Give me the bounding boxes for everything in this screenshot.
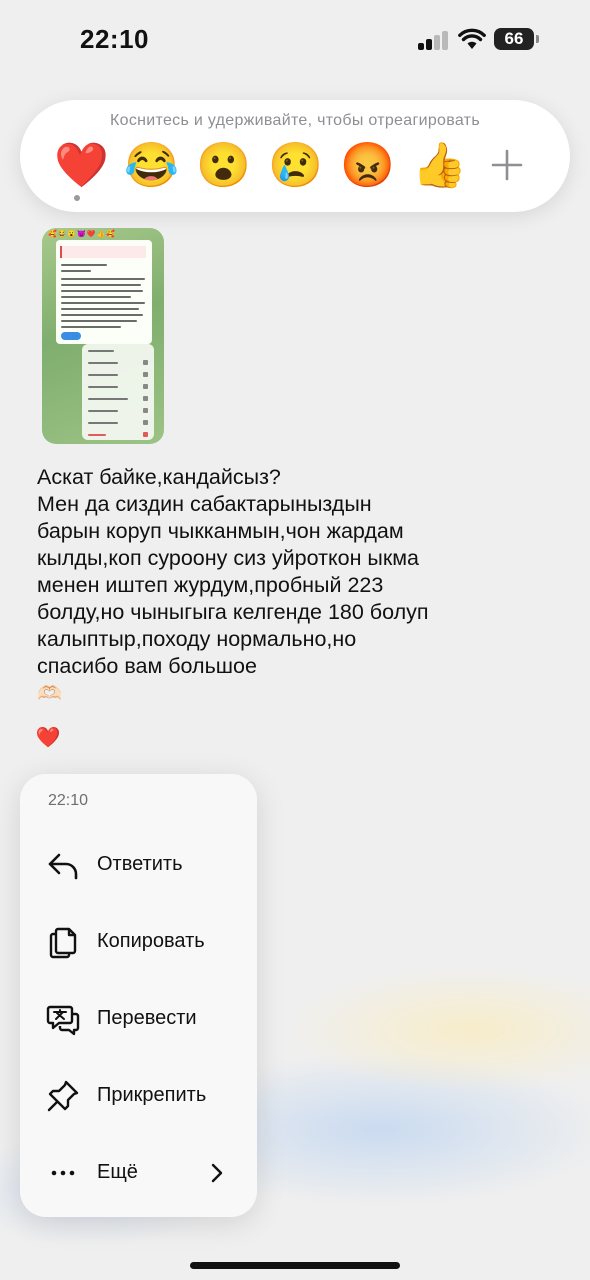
copy-label: Копировать <box>97 930 205 952</box>
message-reaction-heart[interactable]: ❤️ <box>34 724 62 752</box>
heart-hands-emoji: 🫶🏻 <box>37 683 62 705</box>
reaction-crying[interactable]: 😢 <box>268 142 323 190</box>
more-icon <box>51 1170 75 1176</box>
add-reaction-icon[interactable] <box>490 148 524 182</box>
reaction-picker: Коснитесь и удерживайте, чтобы отреагиро… <box>20 100 570 212</box>
chevron-right-icon <box>211 1163 223 1183</box>
status-time: 22:10 <box>80 24 149 54</box>
copy-button[interactable]: Копировать <box>20 911 257 971</box>
translate-icon <box>46 1005 80 1036</box>
reaction-angry[interactable]: 😡 <box>340 142 395 190</box>
photo-message-bubble <box>56 240 152 344</box>
reaction-hint: Коснитесь и удерживайте, чтобы отреагиро… <box>110 112 480 129</box>
wifi-icon <box>458 28 486 49</box>
message-time: 22:10 <box>48 792 89 809</box>
message-context-menu: 22:10 Ответить Копировать Перевести Прик… <box>20 774 257 1217</box>
pin-icon <box>47 1080 79 1112</box>
selected-reaction-dot <box>74 195 80 201</box>
reaction-laugh[interactable]: 😂 <box>124 142 179 190</box>
pin-button[interactable]: Прикрепить <box>20 1065 257 1125</box>
message-photo[interactable]: 🥰😂😮😈❤️👍🥰 <box>42 228 164 444</box>
cellular-signal-icon <box>418 30 450 50</box>
photo-emoji-row: 🥰😂😮😈❤️👍🥰 <box>48 231 117 238</box>
translate-label: Перевести <box>97 1007 197 1029</box>
status-bar: 22:10 66 <box>0 0 590 80</box>
message-body: Аскат байке,кандайсыз? Мен да сиздин саб… <box>37 465 429 678</box>
pin-label: Прикрепить <box>97 1084 207 1106</box>
reply-label: Ответить <box>97 853 183 875</box>
reaction-surprised[interactable]: 😮 <box>196 142 251 190</box>
message-text: Аскат байке,кандайсыз? Мен да сиздин саб… <box>37 464 437 708</box>
battery-indicator: 66 <box>494 28 539 50</box>
more-button[interactable]: Ещё <box>20 1142 257 1202</box>
translate-button[interactable]: Перевести <box>20 988 257 1048</box>
more-label: Ещё <box>97 1161 138 1183</box>
home-indicator[interactable] <box>190 1262 400 1269</box>
copy-icon <box>49 927 77 959</box>
photo-context-menu <box>82 344 154 440</box>
reply-icon <box>48 853 78 880</box>
reaction-thumbs-up[interactable]: 👍 <box>412 142 467 190</box>
reaction-heart[interactable]: ❤️ <box>54 142 109 190</box>
reply-button[interactable]: Ответить <box>20 834 257 894</box>
